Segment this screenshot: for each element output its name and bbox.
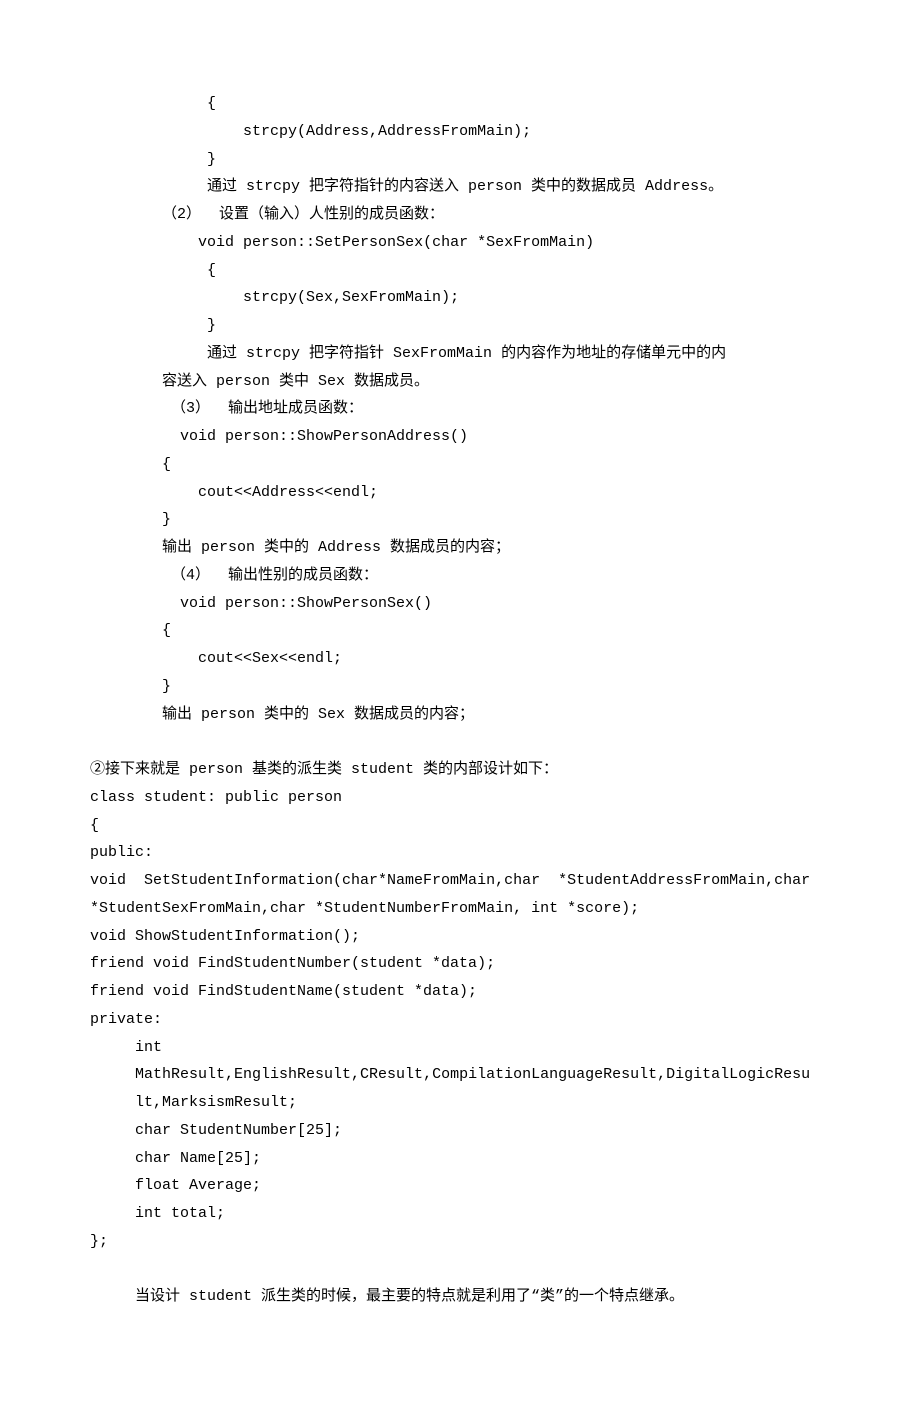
doc-line: float Average; [90,1172,830,1200]
doc-line: void person::ShowPersonAddress() [90,423,830,451]
doc-line: 容送入 person 类中 Sex 数据成员。 [90,368,830,396]
doc-line: 输出 person 类中的 Sex 数据成员的内容； [90,701,830,729]
doc-line: } [90,506,830,534]
doc-line: } [90,146,830,174]
doc-line: void ShowStudentInformation(); [90,923,830,951]
doc-line: lt,MarksismResult; [90,1089,830,1117]
doc-line: 通过 strcpy 把字符指针 SexFromMain 的内容作为地址的存储单元… [90,340,830,368]
doc-line: public: [90,839,830,867]
doc-line: void SetStudentInformation(char*NameFrom… [90,867,830,895]
doc-line: （4） 输出性别的成员函数： [90,562,830,590]
doc-line: MathResult,EnglishResult,CResult,Compila… [90,1061,830,1089]
doc-line: char StudentNumber[25]; [90,1117,830,1145]
doc-line: } [90,673,830,701]
doc-line: cout<<Sex<<endl; [90,645,830,673]
doc-line: class student: public person [90,784,830,812]
doc-line: strcpy(Sex,SexFromMain); [90,284,830,312]
doc-line: friend void FindStudentNumber(student *d… [90,950,830,978]
document-body: { strcpy(Address,AddressFromMain); } 通过 … [90,90,830,1311]
doc-line: { [90,90,830,118]
doc-line: （2） 设置（输入）人性别的成员函数： [90,201,830,229]
doc-line: *StudentSexFromMain,char *StudentNumberF… [90,895,830,923]
doc-line: （3） 输出地址成员函数： [90,395,830,423]
doc-line: 当设计 student 派生类的时候，最主要的特点就是利用了“类”的一个特点继承… [90,1283,830,1311]
doc-line: 通过 strcpy 把字符指针的内容送入 person 类中的数据成员 Addr… [90,173,830,201]
doc-line: ②接下来就是 person 基类的派生类 student 类的内部设计如下： [90,756,830,784]
doc-line: { [90,812,830,840]
doc-line: { [90,257,830,285]
doc-line: }; [90,1228,830,1256]
doc-line: int total; [90,1200,830,1228]
doc-line: } [90,312,830,340]
doc-line: void person::ShowPersonSex() [90,590,830,618]
doc-line: cout<<Address<<endl; [90,479,830,507]
doc-line: { [90,451,830,479]
doc-line: 输出 person 类中的 Address 数据成员的内容； [90,534,830,562]
doc-line: strcpy(Address,AddressFromMain); [90,118,830,146]
doc-line: private: [90,1006,830,1034]
doc-line: { [90,617,830,645]
doc-line: void person::SetPersonSex(char *SexFromM… [90,229,830,257]
doc-line [90,1256,830,1284]
doc-line: friend void FindStudentName(student *dat… [90,978,830,1006]
doc-line: int [90,1034,830,1062]
doc-line: char Name[25]; [90,1145,830,1173]
doc-line [90,728,830,756]
